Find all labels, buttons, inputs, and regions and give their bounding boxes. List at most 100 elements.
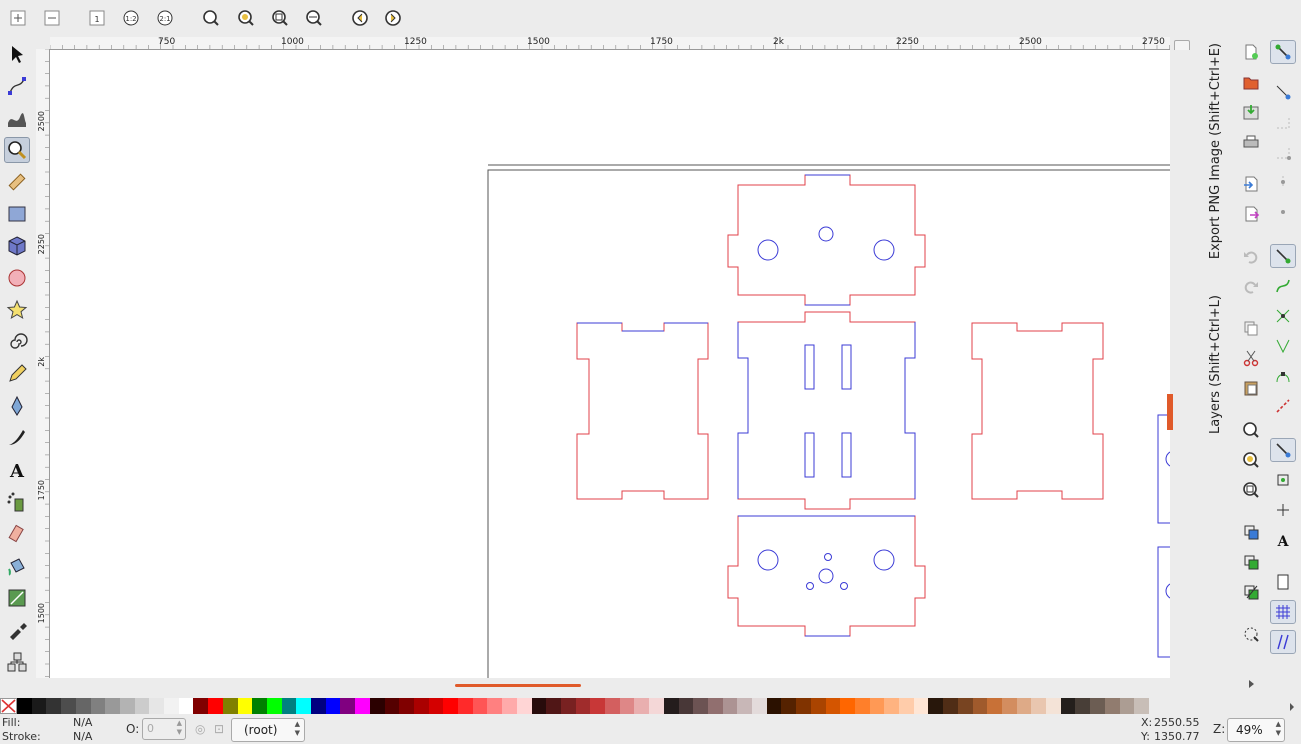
tab-export-png[interactable]: Export PNG Image (Shift+Ctrl+E) — [1208, 43, 1223, 259]
zoom-next-icon[interactable] — [382, 7, 404, 29]
export-icon[interactable] — [1238, 202, 1264, 226]
color-swatch[interactable] — [178, 698, 194, 714]
print-icon[interactable] — [1238, 130, 1264, 154]
color-swatch[interactable] — [663, 698, 679, 714]
snap-intersections-icon[interactable] — [1270, 304, 1296, 328]
color-swatch[interactable] — [943, 698, 959, 714]
pencil-tool-icon[interactable] — [4, 361, 30, 387]
palette-scroll[interactable] — [1268, 698, 1301, 714]
color-swatch[interactable] — [649, 698, 665, 714]
color-swatch[interactable] — [458, 698, 473, 714]
snap-bbox-edge-icon[interactable] — [1270, 110, 1296, 134]
zoom-selection-icon[interactable] — [200, 7, 222, 29]
undo-icon[interactable] — [1238, 244, 1264, 268]
color-swatch[interactable] — [90, 698, 106, 714]
color-swatch[interactable] — [884, 698, 900, 714]
tweak-tool-icon[interactable] — [4, 105, 30, 131]
no-paint-swatch[interactable] — [0, 698, 17, 714]
zoom-1-1-icon[interactable]: 1 — [86, 7, 108, 29]
color-swatch[interactable] — [149, 698, 165, 714]
color-swatch[interactable] — [1031, 698, 1047, 714]
color-swatch[interactable] — [1134, 698, 1150, 714]
copy-icon[interactable] — [1238, 316, 1264, 340]
paint-bucket-tool-icon[interactable] — [4, 553, 30, 579]
pen-tool-icon[interactable] — [4, 393, 30, 419]
gradient-tool-icon[interactable] — [4, 585, 30, 611]
node-tool-icon[interactable] — [4, 73, 30, 99]
color-swatch[interactable] — [311, 698, 326, 714]
horizontal-scrollbar-thumb[interactable] — [455, 684, 581, 687]
snap-bbox-corner-icon[interactable] — [1270, 140, 1296, 164]
color-swatch[interactable] — [810, 698, 826, 714]
color-swatch[interactable] — [193, 698, 209, 714]
vertical-scrollbar[interactable] — [1170, 50, 1198, 678]
paste-icon[interactable] — [1238, 376, 1264, 400]
new-document-icon[interactable] — [1238, 40, 1264, 64]
color-swatch[interactable] — [61, 698, 77, 714]
zoom-selection-cmd-icon[interactable] — [1238, 418, 1264, 442]
color-swatch[interactable] — [1001, 698, 1017, 714]
color-swatch[interactable] — [502, 698, 518, 714]
color-swatch[interactable] — [987, 698, 1003, 714]
color-swatch[interactable] — [1046, 698, 1061, 714]
color-swatch[interactable] — [737, 698, 753, 714]
color-swatch[interactable] — [487, 698, 503, 714]
color-swatch[interactable] — [325, 698, 341, 714]
color-swatch[interactable] — [796, 698, 812, 714]
color-swatch[interactable] — [619, 698, 635, 714]
color-swatch[interactable] — [1075, 698, 1091, 714]
snap-paths-icon[interactable] — [1270, 274, 1296, 298]
color-swatch[interactable] — [355, 698, 371, 714]
color-swatch[interactable] — [516, 698, 532, 714]
color-swatch[interactable] — [1119, 698, 1135, 714]
color-swatch[interactable] — [707, 698, 723, 714]
color-swatch[interactable] — [252, 698, 268, 714]
zoom-2-1-icon[interactable]: 2:1 — [154, 7, 176, 29]
zoom-page-width-icon[interactable] — [303, 7, 325, 29]
stroke-value[interactable]: N/A — [73, 730, 92, 743]
color-swatch[interactable] — [119, 698, 135, 714]
color-swatch[interactable] — [781, 698, 797, 714]
color-swatch[interactable] — [590, 698, 606, 714]
ellipse-tool-icon[interactable] — [4, 265, 30, 291]
3d-box-tool-icon[interactable] — [4, 233, 30, 259]
snap-object-midpoints-icon[interactable] — [1270, 468, 1296, 492]
color-swatch[interactable] — [472, 698, 488, 714]
color-swatch[interactable] — [105, 698, 121, 714]
snap-text-baseline-icon[interactable]: A — [1270, 528, 1296, 552]
color-swatch[interactable] — [957, 698, 973, 714]
zoom-page-icon[interactable] — [269, 7, 291, 29]
color-swatch[interactable] — [869, 698, 885, 714]
spiral-tool-icon[interactable] — [4, 329, 30, 355]
select-original-icon[interactable] — [1238, 622, 1264, 646]
selector-tool-icon[interactable] — [4, 41, 30, 67]
color-swatch[interactable] — [17, 698, 32, 714]
color-swatch[interactable] — [678, 698, 694, 714]
open-document-icon[interactable] — [1238, 70, 1264, 94]
color-swatch[interactable] — [443, 698, 459, 714]
color-swatch[interactable] — [1060, 698, 1076, 714]
color-swatch[interactable] — [546, 698, 562, 714]
snap-enable-icon[interactable] — [1270, 40, 1296, 64]
snap-bbox-icon[interactable] — [1270, 80, 1296, 104]
snap-cusp-nodes-icon[interactable] — [1270, 334, 1296, 358]
snap-bbox-center-icon[interactable] — [1270, 200, 1296, 224]
color-swatch[interactable] — [296, 698, 312, 714]
color-swatch[interactable] — [31, 698, 47, 714]
unlink-clone-icon[interactable] — [1238, 580, 1264, 604]
color-swatch[interactable] — [693, 698, 709, 714]
vertical-scrollbar-thumb[interactable] — [1170, 394, 1173, 430]
color-swatch[interactable] — [222, 698, 238, 714]
color-swatch[interactable] — [1104, 698, 1120, 714]
more-commands-icon[interactable] — [1238, 672, 1264, 696]
color-swatch[interactable] — [840, 698, 856, 714]
eraser-tool-icon[interactable] — [4, 521, 30, 547]
hide-layer-icon[interactable]: ◎ — [195, 722, 205, 736]
star-tool-icon[interactable] — [4, 297, 30, 323]
snap-bbox-midpoint-icon[interactable] — [1270, 170, 1296, 194]
color-swatch[interactable] — [266, 698, 282, 714]
zoom-out-icon[interactable] — [41, 7, 63, 29]
zoom-page-cmd-icon[interactable] — [1238, 478, 1264, 502]
color-swatch[interactable] — [413, 698, 429, 714]
connector-tool-icon[interactable] — [4, 649, 30, 675]
